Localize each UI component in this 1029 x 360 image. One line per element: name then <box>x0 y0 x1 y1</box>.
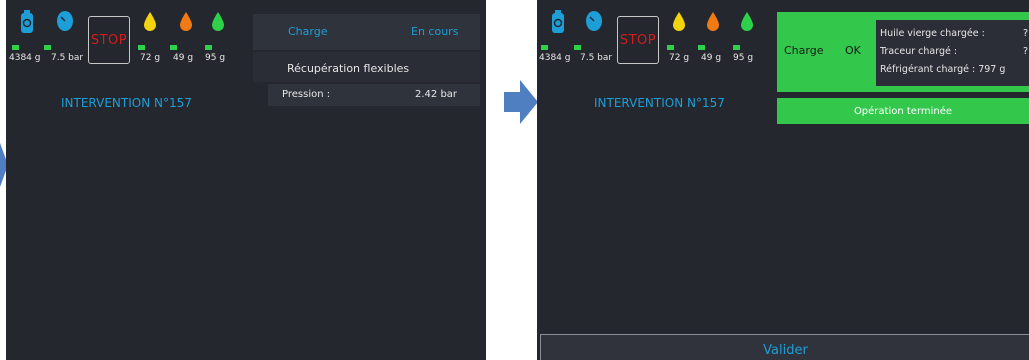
yellow-drop-icon <box>673 12 685 31</box>
next-step-arrow-icon <box>504 80 538 124</box>
pressure-value: 7.5 bar <box>580 53 613 63</box>
charge-label: Charge <box>288 25 328 38</box>
pressure-gauge-icon <box>586 11 602 31</box>
status-bar-indicator <box>698 45 705 50</box>
cylinder-icon <box>552 10 564 33</box>
orange-drop-icon <box>180 12 192 31</box>
operation-complete-button[interactable]: Opération terminée <box>777 98 1029 124</box>
refrigerant-weight: 4384 g <box>539 53 571 63</box>
screen-charge-complete: STOP 4384 g 7.5 bar 72 g 49 g 95 g INTER… <box>537 0 1029 360</box>
refrigerant-charged: Réfrigérant chargé : 797 g <box>880 64 1006 75</box>
oil-charged-value: ? <box>1023 28 1029 39</box>
status-bar-indicator <box>205 45 212 50</box>
status-bar-indicator <box>574 45 581 50</box>
cylinder-icon <box>21 10 33 33</box>
status-bar-indicator <box>667 45 674 50</box>
stop-button[interactable]: STOP <box>617 16 659 64</box>
status-bar-indicator <box>170 45 177 50</box>
yellow-oil-value: 72 g <box>140 53 161 63</box>
recovery-title: Récupération flexibles <box>287 62 410 75</box>
pressure-gauge-icon <box>57 11 73 31</box>
intervention-title: INTERVENTION N°157 <box>594 96 725 110</box>
orange-oil-value: 49 g <box>173 53 194 63</box>
charge-status: OK <box>845 44 861 57</box>
oil-charged-label: Huile vierge chargée : <box>880 28 985 39</box>
tracer-charged-value: ? <box>1023 46 1029 57</box>
green-drop-icon <box>212 12 224 31</box>
validate-button[interactable]: Valider <box>540 334 1029 360</box>
refrigerant-weight: 4384 g <box>9 53 41 63</box>
status-bar-indicator <box>138 45 145 50</box>
pressure-reading: 2.42 bar <box>415 89 458 100</box>
green-oil-value: 95 g <box>733 53 754 63</box>
stop-button[interactable]: STOP <box>88 16 130 64</box>
pressure-value: 7.5 bar <box>51 53 84 63</box>
tracer-charged-label: Traceur chargé : <box>880 46 958 57</box>
charge-status: En cours <box>411 25 459 38</box>
green-oil-value: 95 g <box>205 53 226 63</box>
pressure-label: Pression : <box>282 89 331 100</box>
yellow-drop-icon <box>144 12 156 31</box>
status-bar-indicator <box>12 45 19 50</box>
screen-charge-in-progress: STOP 4384 g 7.5 bar 72 g 49 g 95 g INTER… <box>6 0 486 360</box>
intervention-title: INTERVENTION N°157 <box>61 96 192 110</box>
status-bar-indicator <box>44 45 51 50</box>
orange-oil-value: 49 g <box>701 53 722 63</box>
orange-drop-icon <box>707 12 719 31</box>
green-drop-icon <box>741 12 753 31</box>
status-bar-indicator <box>541 45 548 50</box>
status-bar-indicator <box>733 45 740 50</box>
charge-label: Charge <box>784 44 824 57</box>
yellow-oil-value: 72 g <box>669 53 690 63</box>
